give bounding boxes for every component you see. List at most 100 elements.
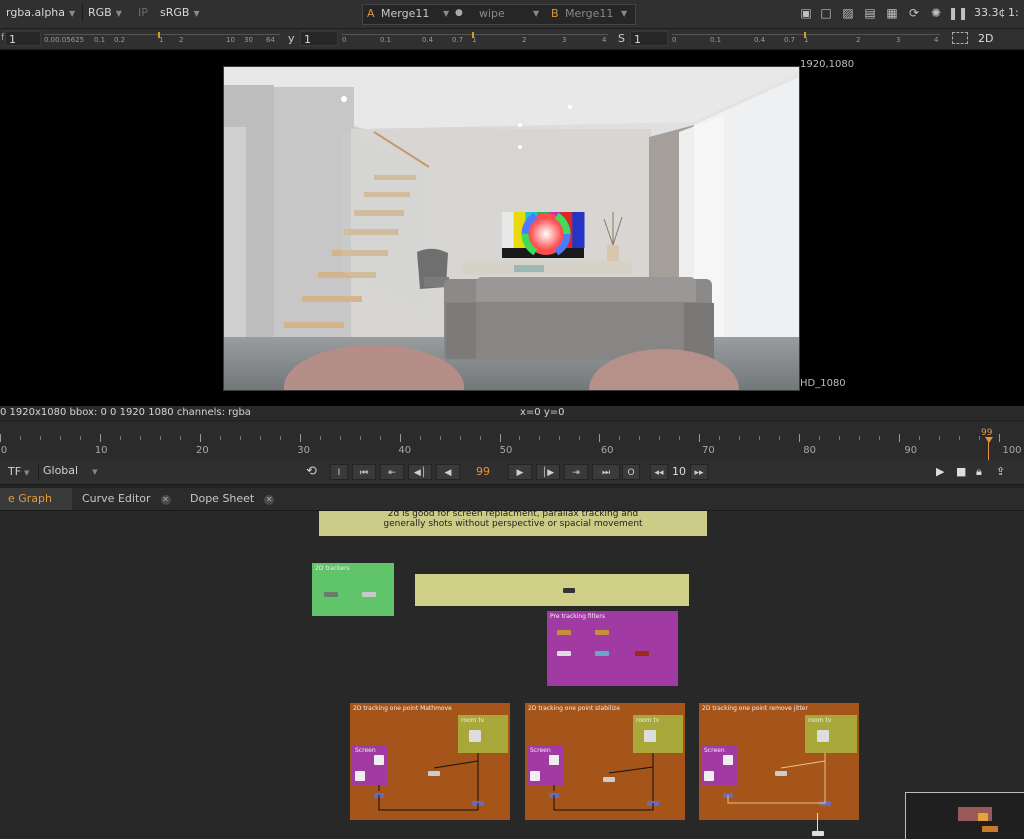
node[interactable] xyxy=(563,588,575,593)
gain-gamma-row: f 1 0.00.05625 0.1 0.2 1 2 10 30 64 y 1 … xyxy=(0,29,1024,50)
format-label-bottom: HD_1080 xyxy=(800,378,846,389)
timeline-tick xyxy=(179,436,181,440)
next-frame-button[interactable]: │▶ xyxy=(536,464,560,480)
filter-node[interactable] xyxy=(595,630,609,635)
saturation-label: S xyxy=(618,32,625,45)
backdrop-group-stabilize[interactable]: 2D tracking one point stabilize room tv … xyxy=(525,703,685,820)
ratio-dropdown[interactable]: 1: xyxy=(1004,4,1024,22)
play-forward-button[interactable]: ▶ xyxy=(508,464,532,480)
export-icon[interactable]: ⇪ xyxy=(996,465,1005,478)
timeline-tick xyxy=(519,436,521,440)
zebra-icon[interactable]: ▨ xyxy=(840,6,856,20)
note-line-1: 2d is good for screen replacment, parall… xyxy=(387,511,639,519)
b-input-dropdown[interactable]: Merge11 xyxy=(565,7,613,20)
f-stop-icon[interactable]: f xyxy=(1,33,4,43)
out-point-button[interactable]: O xyxy=(622,464,640,480)
filter-node[interactable] xyxy=(635,651,649,656)
timeline-tick xyxy=(619,436,621,440)
tracker-node[interactable] xyxy=(362,592,376,597)
node-graph-canvas[interactable]: 2d is good for screen replacment, parall… xyxy=(0,511,1024,839)
roi-icon[interactable]: ▣ xyxy=(798,6,814,20)
a-input-dropdown[interactable]: Merge11 xyxy=(381,7,429,20)
chevron-down-icon: ▼ xyxy=(443,9,450,18)
last-frame-button[interactable]: ⏭ xyxy=(592,464,620,480)
playhead-icon[interactable] xyxy=(985,437,993,443)
channels-value: rgba.alpha xyxy=(6,6,66,19)
prev-keyframe-button[interactable]: ⇤ xyxy=(380,464,404,480)
tab-dope-sheet[interactable]: Dope Sheet ✕ xyxy=(182,488,288,510)
timeline-tick xyxy=(99,434,101,442)
timeline-tick xyxy=(599,434,601,442)
timeline-tick xyxy=(439,436,441,440)
refresh-icon[interactable]: ⟳ xyxy=(906,6,922,20)
ip-toggle[interactable]: IP xyxy=(134,4,154,22)
channels-dropdown[interactable]: rgba.alpha ▼ xyxy=(2,4,84,22)
skip-back-button[interactable]: ◂◂ xyxy=(650,464,668,480)
mask-icon[interactable]: □ xyxy=(818,6,834,20)
view-mode-dropdown[interactable]: 2D xyxy=(978,32,993,45)
playback-controls: TF ▼ Global ▼ ⟲ I ⏮ ⇤ ◀│ ◀ 99 ▶ │▶ ⇥ ⏭ O ◂… xyxy=(0,460,1024,485)
tracker-node[interactable] xyxy=(324,592,338,597)
sticky-note[interactable]: 2d is good for screen replacment, parall… xyxy=(319,511,707,536)
increment-field[interactable]: 10 xyxy=(670,464,688,480)
timeline-tick xyxy=(139,436,141,440)
timeline-tick-label: 60 xyxy=(600,445,614,456)
filter-node[interactable] xyxy=(557,651,571,656)
timeline-tick xyxy=(0,434,1,442)
viewer-toolbar: rgba.alpha ▼ RGB ▼ IP sRGB ▼ A Merge11 ▼ ● … xyxy=(0,0,1024,29)
first-frame-button[interactable]: ⏮ xyxy=(352,464,376,480)
gamma-slider[interactable]: 0 0.1 0.4 0.7 1 2 3 4 xyxy=(342,32,608,46)
region-icon[interactable] xyxy=(952,32,968,44)
saturation-field[interactable]: 1 xyxy=(630,31,668,46)
wipe-handle-icon[interactable]: ● xyxy=(455,8,463,18)
timeline-tick xyxy=(819,436,821,440)
record-icon[interactable]: ■ xyxy=(956,465,966,478)
timecode-format-dropdown[interactable]: TF ▼ xyxy=(8,465,29,478)
timeline-tick-label: 0 xyxy=(0,445,8,456)
update-icon[interactable]: ✺ xyxy=(928,6,944,20)
lock-icon[interactable]: 🔒︎ xyxy=(976,465,982,479)
format-label-top: 1920,1080 xyxy=(800,59,855,70)
viewer-node[interactable] xyxy=(812,831,824,836)
frame-field[interactable]: 99 xyxy=(468,463,498,481)
range-dropdown[interactable]: Global ▼ xyxy=(38,464,97,480)
wipe-dropdown[interactable]: wipe xyxy=(479,7,505,20)
tab-curve-editor[interactable]: Curve Editor ✕ xyxy=(74,488,190,510)
next-keyframe-button[interactable]: ⇥ xyxy=(564,464,588,480)
timeline-tick xyxy=(299,434,301,442)
loop-icon[interactable]: ⟲ xyxy=(306,464,326,479)
filter-node[interactable] xyxy=(595,651,609,656)
rgb-dropdown[interactable]: RGB ▼ xyxy=(84,4,134,22)
close-icon[interactable]: ✕ xyxy=(160,495,171,505)
close-icon[interactable]: ✕ xyxy=(264,495,275,505)
backdrop-2d-trackers[interactable]: 2D trackers xyxy=(312,563,394,616)
skip-forward-button[interactable]: ▸▸ xyxy=(690,464,708,480)
note-line-2: generally shots without perspective or s… xyxy=(383,519,643,529)
flipbook-icon[interactable]: ▶ xyxy=(936,465,944,478)
tab-node-graph[interactable]: e Graph✕ xyxy=(0,488,72,527)
saturation-slider[interactable]: 0 0.1 0.4 0.7 1 2 3 4 xyxy=(672,32,940,46)
in-point-button[interactable]: I xyxy=(330,464,348,480)
proxy-icon[interactable]: ▦ xyxy=(884,6,900,20)
colorspace-dropdown[interactable]: sRGB ▼ xyxy=(156,4,206,22)
backdrop-group-mathmove[interactable]: 2D tracking one point Mathmove room tv S… xyxy=(350,703,510,820)
timeline-tick-label: 80 xyxy=(803,445,816,456)
play-backward-button[interactable]: ◀ xyxy=(436,464,460,480)
node-graph-navigator[interactable] xyxy=(905,792,1024,839)
backdrop-empty[interactable] xyxy=(415,574,689,606)
filter-node[interactable] xyxy=(557,630,571,635)
timeline-tick-label: 100 xyxy=(1002,445,1022,456)
divider xyxy=(82,4,83,22)
info-text: 0 1920x1080 bbox: 0 0 1920 1080 channels… xyxy=(0,407,251,418)
panel-tabs: e Graph✕ Curve Editor✕ Dope Sheet✕ xyxy=(0,488,1024,527)
pause-icon[interactable]: ❚❚ xyxy=(948,6,968,20)
backdrop-pre-tracking-filters[interactable]: Pre tracking filters xyxy=(547,611,678,686)
prev-frame-button[interactable]: ◀│ xyxy=(408,464,432,480)
gamma-field[interactable]: 1 xyxy=(300,31,338,46)
zoom-dropdown[interactable]: 33.3¢ xyxy=(970,4,1008,22)
backdrop-group-remove-jitter[interactable]: 2D tracking one point remove jitter room… xyxy=(699,703,859,820)
gain-field[interactable]: 1 xyxy=(5,31,41,46)
lut-icon[interactable]: ▤ xyxy=(862,6,878,20)
timeline-ruler[interactable]: 0 10 20 30 40 50 60 70 80 90 100 99 xyxy=(0,422,1024,460)
gain-slider[interactable]: 0.00.05625 0.1 0.2 1 2 10 30 64 xyxy=(44,32,280,46)
